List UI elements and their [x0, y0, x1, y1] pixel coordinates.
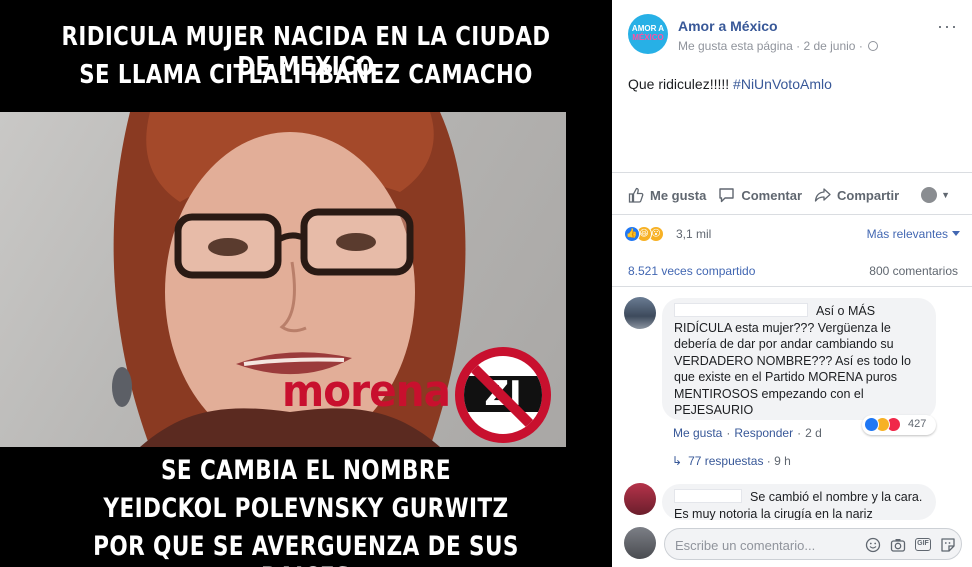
post-panel: AMOR A MÉXICO Amor a México Me gusta est… — [612, 0, 972, 567]
separator: · — [797, 426, 802, 440]
post-action-bar: Me gusta Comentar Compartir ▼ — [628, 182, 962, 208]
comment-icon — [719, 188, 735, 203]
avatar-text-line-2: MÉXICO — [632, 33, 664, 42]
post-text: Que ridiculez!!!!! #NiUnVotoAmlo — [628, 76, 832, 92]
post-meta: Me gusta esta página · 2 de junio · — [678, 39, 879, 53]
like-icon — [628, 187, 644, 203]
prohibited-zi-logo: ZI — [455, 347, 551, 443]
share-label: Compartir — [837, 187, 900, 203]
reaction-count[interactable]: 3,1 mil — [676, 227, 711, 241]
page-name-link[interactable]: Amor a México — [678, 18, 778, 34]
meme-image[interactable]: RIDICULA MUJER NACIDA EN LA CIUDAD DE ME… — [0, 0, 612, 567]
sort-dropdown[interactable]: Más relevantes — [867, 227, 960, 241]
globe-icon[interactable] — [868, 41, 879, 51]
comment-composer[interactable]: GIF — [664, 528, 962, 560]
gif-icon[interactable]: GIF — [915, 537, 931, 553]
comment-text: Así o MÁS RIDÍCULA esta mujer??? Vergüen… — [674, 304, 911, 417]
post-body: Que ridiculez!!!!! — [628, 76, 734, 92]
view-replies[interactable]: ↳ 77 respuestas · 9 h — [672, 454, 791, 468]
reactions-summary[interactable]: 👍 😆 😮 3,1 mil Más relevantes — [624, 226, 960, 244]
divider — [612, 172, 972, 173]
commenter-name-redacted[interactable] — [674, 303, 808, 317]
replies-count-link[interactable]: 77 respuestas — [688, 454, 763, 468]
share-button[interactable]: Compartir — [814, 187, 899, 203]
comment-label: Comentar — [741, 187, 803, 203]
comment-reaction-count: 427 — [908, 418, 927, 430]
commenter-avatar[interactable] — [624, 297, 656, 329]
commenter-name-redacted[interactable] — [674, 489, 742, 503]
comment-count-link[interactable]: 800 comentarios — [869, 264, 958, 278]
reply-arrow-icon: ↳ — [672, 454, 683, 468]
meme-caption-top-line-2: SE LLAMA CITLALI IBAÑEZ CAMACHO — [79, 60, 533, 90]
like-reaction-icon: 👍 — [624, 226, 640, 242]
post-date-link[interactable]: 2 de junio — [803, 39, 855, 53]
divider — [612, 286, 972, 287]
page-avatar[interactable]: AMOR A MÉXICO — [628, 14, 668, 54]
menu-icon[interactable]: ··· — [937, 16, 958, 37]
like-button[interactable]: Me gusta — [628, 187, 706, 203]
comment-actions: Me gusta · Responder · 2 d — [673, 426, 822, 440]
avatar-text-line-1: AMOR A — [631, 24, 665, 33]
share-icon — [814, 188, 831, 202]
woman-portrait-photo: morena ZI — [0, 112, 566, 447]
replies-time: 9 h — [774, 454, 791, 468]
comment-like-link[interactable]: Me gusta — [673, 426, 722, 440]
hashtag-link[interactable]: #NiUnVotoAmlo — [733, 76, 832, 92]
comment-reply-link[interactable]: Responder — [734, 426, 793, 440]
camera-icon[interactable] — [890, 537, 906, 553]
comment-input[interactable] — [675, 535, 855, 555]
sort-label: Más relevantes — [866, 227, 948, 241]
meme-caption-bottom-line-3: POR QUE SE AVERGUENZA DE SUS RAICES — [93, 531, 519, 567]
meta-separator: · — [796, 39, 801, 53]
separator: · — [763, 454, 775, 468]
like-reaction-icon — [864, 417, 879, 432]
comment-time[interactable]: 2 d — [805, 426, 822, 440]
chevron-down-icon[interactable]: ▼ — [941, 190, 950, 200]
share-count-link[interactable]: 8.521 veces compartido — [628, 264, 755, 278]
sticker-icon[interactable] — [940, 537, 956, 553]
commenter-avatar[interactable] — [624, 483, 656, 515]
current-user-avatar[interactable] — [624, 527, 656, 559]
caret-down-icon — [952, 231, 960, 236]
audience-avatar[interactable] — [921, 187, 938, 203]
emoji-icon[interactable] — [865, 537, 881, 553]
like-label: Me gusta — [650, 187, 707, 203]
comment-reactions[interactable]: 427 — [862, 415, 936, 435]
meta-separator-2: · — [858, 39, 863, 53]
like-page-link[interactable]: Me gusta esta página — [678, 39, 793, 53]
comment-button[interactable]: Comentar — [718, 187, 802, 203]
comment-bubble: Así o MÁS RIDÍCULA esta mujer??? Vergüen… — [662, 298, 936, 420]
separator: · — [726, 426, 731, 440]
morena-logo-text: morena — [282, 366, 451, 417]
meme-caption-bottom-line-1: SE CAMBIA EL NOMBRE — [160, 455, 452, 486]
comment-bubble: Se cambió el nombre y la cara. Es muy no… — [662, 484, 936, 520]
meme-caption-bottom-line-2: YEIDCKOL POLEVNSKY GURWITZ — [103, 493, 509, 524]
divider — [612, 214, 972, 215]
